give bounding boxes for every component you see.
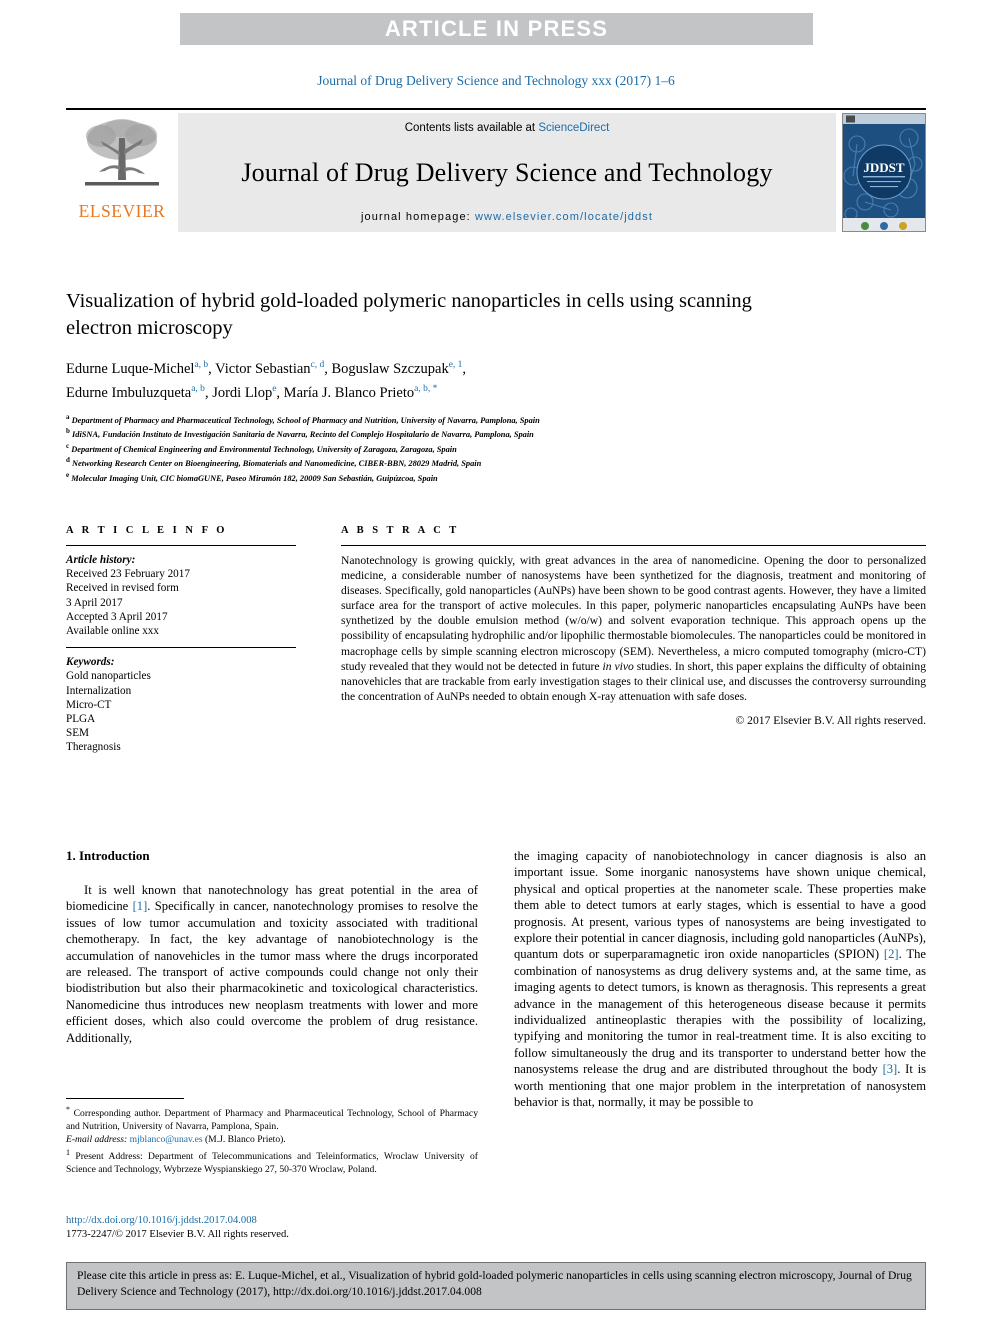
intro-paragraph-right: the imaging capacity of nanobiotechnolog… [514, 849, 926, 1110]
divider [66, 647, 296, 649]
citation-notice-box: Please cite this article in press as: E.… [66, 1262, 926, 1310]
footnote-present-address: 1 Present Address: Department of Telecom… [66, 1148, 478, 1175]
author-name: Boguslaw Szczupak [331, 360, 449, 377]
keyword-item: Micro-CT [66, 698, 112, 711]
author-name: Jordi Llop [212, 384, 273, 401]
article-info-heading: A R T I C L E I N F O [66, 525, 228, 536]
footnote-email: E-mail address: mjblanco@unav.es (M.J. B… [66, 1134, 478, 1146]
author-name: María J. Blanco Prieto [283, 384, 415, 401]
keyword-item: Theragnosis [66, 741, 121, 754]
contents-list-line: Contents lists available at ScienceDirec… [405, 122, 610, 134]
article-history-label: Article history: [66, 554, 136, 566]
article-in-press-banner: ARTICLE IN PRESS [180, 13, 813, 45]
keywords-label: Keywords: [66, 656, 115, 669]
email-owner: (M.J. Blanco Prieto). [204, 1134, 286, 1145]
author-affiliation-marks: a, b [191, 383, 205, 394]
email-link[interactable]: mjblanco@unav.es [130, 1134, 203, 1145]
article-info-panel: A R T I C L E I N F O Article history: R… [66, 525, 296, 755]
affiliation-mark: d [66, 456, 70, 465]
journal-cover-art: JDDST [843, 114, 925, 231]
footnote-block: * Corresponding author. Department of Ph… [66, 1098, 478, 1177]
intro-paragraph-left: It is well known that nanotechnology has… [66, 883, 478, 1045]
citation-ref[interactable]: [3] [883, 1062, 898, 1076]
author-affiliation-marks: a, b, * [414, 383, 438, 394]
affiliation-item: b IdiSNA, Fundación Instituto de Investi… [66, 426, 926, 440]
history-item: Received in revised form [66, 582, 179, 595]
article-history-block: Article history: Received 23 February 20… [66, 553, 296, 638]
sciencedirect-link[interactable]: ScienceDirect [538, 122, 609, 134]
author-list: Edurne Luque-Michela, b, Victor Sebastia… [66, 360, 467, 401]
article-title: Visualization of hybrid gold-loaded poly… [66, 290, 752, 339]
author-name: Edurne Imbuluzqueta [66, 384, 192, 401]
author-affiliation-marks: c, d [310, 360, 325, 370]
keyword-item: Internalization [66, 684, 132, 697]
body-right-column: the imaging capacity of nanobiotechnolog… [514, 848, 926, 1111]
journal-cover-thumbnail: JDDST [842, 113, 926, 232]
affiliation-text: Molecular Imaging Unit, CIC biomaGUNE, P… [71, 473, 438, 483]
affiliation-mark: c [66, 441, 70, 450]
affiliation-text: IdiSNA, Fundación Instituto de Investiga… [72, 430, 534, 440]
keyword-item: Gold nanoparticles [66, 670, 151, 683]
affiliation-text: Department of Chemical Engineering and E… [71, 444, 457, 454]
keyword-item: PLGA [66, 713, 96, 726]
doi-block: http://dx.doi.org/10.1016/j.jddst.2017.0… [66, 1214, 478, 1242]
affiliation-text: Networking Research Center on Bioenginee… [72, 458, 482, 468]
history-item: Available online xxx [66, 625, 159, 638]
affiliation-item: d Networking Research Center on Bioengin… [66, 455, 926, 469]
citation-ref[interactable]: [2] [884, 947, 899, 961]
divider [66, 545, 296, 546]
journal-title: Journal of Drug Delivery Science and Tec… [241, 157, 773, 187]
affiliation-mark: a [66, 413, 70, 421]
citation-ref[interactable]: [1] [133, 899, 148, 913]
abstract-text: Nanotechnology is growing quickly, with … [341, 554, 926, 703]
history-item: Received 23 February 2017 [66, 568, 190, 581]
section-heading-introduction: 1. Introduction [66, 848, 150, 863]
masthead-center: Contents lists available at ScienceDirec… [178, 113, 836, 232]
body-left-column: 1. Introduction It is well known that na… [66, 848, 478, 1046]
affiliation-mark: e [66, 470, 70, 479]
abstract-panel: A B S T R A C T Nanotechnology is growin… [341, 525, 926, 727]
running-head: Journal of Drug Delivery Science and Tec… [317, 73, 675, 88]
elsevier-tree-icon [85, 119, 159, 186]
citation-notice-text: Please cite this article in press as: E.… [77, 1269, 912, 1298]
keyword-item: SEM [66, 727, 90, 740]
homepage-prefix: journal homepage: [361, 211, 475, 223]
keywords-block: Keywords: Gold nanoparticles Internaliza… [66, 655, 296, 754]
issn-copyright-line: 1773-2247/© 2017 Elsevier B.V. All right… [66, 1229, 289, 1240]
history-item: 3 April 2017 [66, 596, 123, 609]
author-name: Edurne Luque-Michel [66, 360, 195, 377]
contents-prefix: Contents lists available at [404, 122, 539, 134]
abstract-copyright: © 2017 Elsevier B.V. All rights reserved… [735, 713, 926, 727]
homepage-url-link[interactable]: www.elsevier.com/locate/jddst [475, 211, 653, 223]
affiliation-text: Department of Pharmacy and Pharmaceutica… [71, 415, 540, 425]
journal-masthead: ELSEVIER Contents lists available at Sci… [66, 108, 926, 232]
author-affiliation-marks: e, 1 [448, 360, 463, 370]
author-affiliation-marks: a, b [194, 360, 209, 370]
footnote-divider [66, 1098, 184, 1099]
elsevier-logo: ELSEVIER [66, 110, 178, 232]
history-item: Accepted 3 April 2017 [66, 610, 168, 623]
elsevier-wordmark: ELSEVIER [78, 201, 166, 221]
email-label: E-mail address: [66, 1134, 128, 1145]
affiliation-item: a Department of Pharmacy and Pharmaceuti… [66, 412, 926, 426]
journal-homepage-line: journal homepage: www.elsevier.com/locat… [361, 211, 653, 223]
svg-text:JDDST: JDDST [863, 160, 905, 175]
affiliation-item: e Molecular Imaging Unit, CIC biomaGUNE,… [66, 470, 926, 484]
affiliation-item: c Department of Chemical Engineering and… [66, 441, 926, 455]
affiliation-mark: b [66, 427, 70, 436]
footnote-corresponding-author: * Corresponding author. Department of Ph… [66, 1105, 478, 1132]
affiliation-list: a Department of Pharmacy and Pharmaceuti… [66, 412, 926, 484]
divider [341, 545, 926, 546]
doi-link[interactable]: http://dx.doi.org/10.1016/j.jddst.2017.0… [66, 1214, 478, 1228]
author-name: Victor Sebastian [215, 360, 311, 377]
article-in-press-label: ARTICLE IN PRESS [384, 16, 609, 41]
author-affiliation-marks: e [272, 383, 277, 394]
abstract-heading: A B S T R A C T [341, 525, 460, 536]
